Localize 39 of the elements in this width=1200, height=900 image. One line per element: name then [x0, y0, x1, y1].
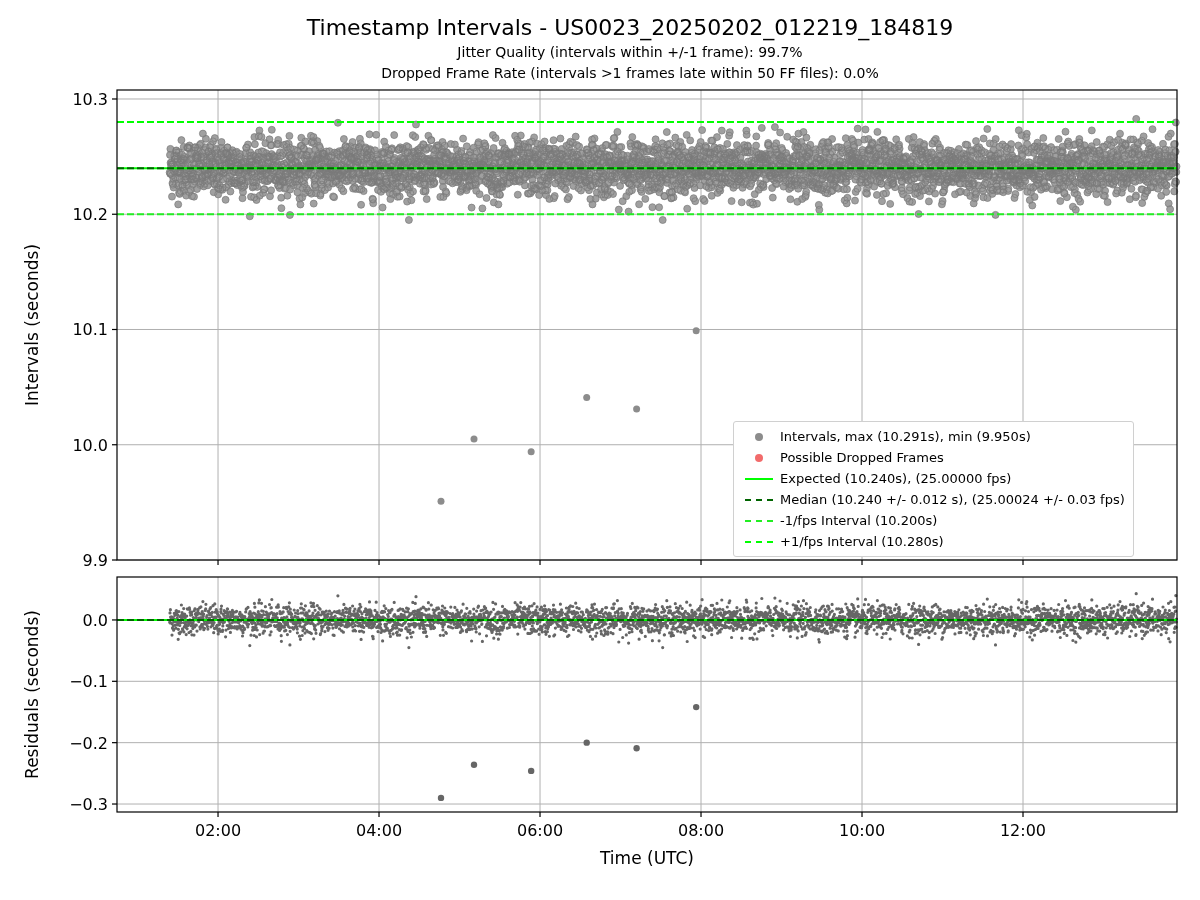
tick-label: 10.1	[72, 320, 108, 340]
axis-label: Time (UTC)	[600, 848, 694, 868]
tick-label: −0.1	[69, 672, 108, 692]
data-point	[527, 448, 535, 456]
chart-subtitle: Jitter Quality (intervals within +/-1 frame): 99.7%	[457, 43, 803, 62]
chart-title: Timestamp Intervals - US0023_20250202_012219_184819	[306, 14, 954, 42]
tick-label: 10.3	[72, 90, 108, 109]
data-point	[633, 745, 640, 752]
legend-label: +1/fps Interval (10.280s)	[780, 534, 944, 549]
tick-label: 0.0	[82, 610, 108, 630]
data-point	[583, 394, 591, 401]
axis-label: Intervals (seconds)	[22, 243, 42, 407]
tick-label: −0.2	[69, 733, 108, 753]
legend-label: -1/fps Interval (10.200s)	[780, 513, 938, 528]
data-point	[693, 703, 700, 711]
data-point	[437, 497, 445, 505]
data-point	[470, 761, 478, 768]
legend-label: Intervals, max (10.291s), min (9.950s)	[780, 429, 1031, 444]
tick-label: 9.9	[82, 551, 108, 570]
tick-label: 04:00	[355, 821, 403, 840]
tick-label: 10:00	[838, 821, 886, 840]
data-point	[470, 435, 478, 443]
tick-label: 10.2	[72, 205, 108, 225]
tick-label: 10.0	[72, 435, 108, 455]
tick-label: 02:00	[194, 821, 242, 840]
axis-label: Residuals (seconds)	[22, 610, 42, 779]
tick-label: 08:00	[677, 821, 725, 840]
data-point	[583, 739, 590, 746]
data-point	[633, 405, 641, 413]
tick-label: 12:00	[999, 821, 1047, 840]
legend-label: Possible Dropped Frames	[780, 450, 944, 465]
legend-label: Median (10.240 +/- 0.012 s), (25.00024 +/- 0.03 fps)	[780, 492, 1125, 507]
tick-label: −0.3	[69, 795, 108, 814]
chart-subtitle: Dropped Frame Rate (intervals >1 frames late within 50 FF files): 0.0%	[381, 64, 879, 83]
legend-label: Expected (10.240s), (25.00000 fps)	[780, 471, 1012, 486]
data-point	[437, 794, 445, 802]
data-point	[527, 767, 535, 775]
data-point	[692, 327, 700, 335]
tick-label: 06:00	[516, 821, 564, 840]
